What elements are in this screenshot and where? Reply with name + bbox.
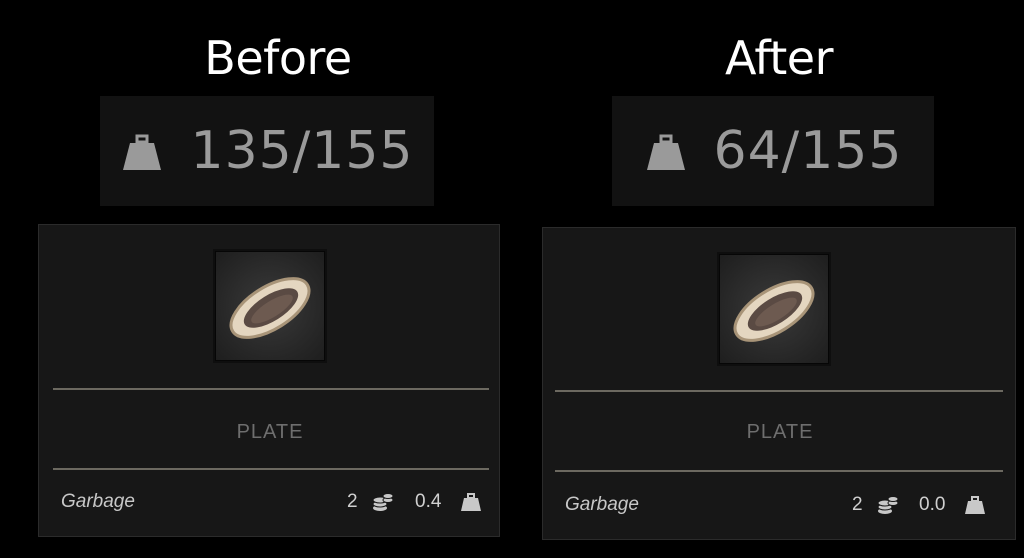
item-card: PLATE Garbage 2 0.4 [38, 224, 500, 537]
item-name: PLATE [236, 421, 304, 443]
weight-icon [123, 134, 162, 170]
item-weight: 0.4 [415, 491, 442, 512]
divider [53, 468, 489, 470]
plate-icon [733, 280, 815, 342]
before-panel: Before 135/155 PLATE Garbage 2 0.4 [0, 0, 512, 558]
divider [53, 388, 489, 390]
item-category: Garbage [565, 494, 639, 515]
divider [555, 470, 1003, 472]
divider [555, 390, 1003, 392]
item-category: Garbage [61, 491, 135, 512]
carry-weight-value: 135/155 [190, 121, 414, 181]
item-card: PLATE Garbage 2 0.0 [542, 227, 1016, 540]
before-carry-weight: 135/155 [100, 96, 434, 206]
carry-weight-value: 64/155 [713, 121, 903, 181]
weight-icon [646, 134, 685, 170]
coins-icon [877, 496, 899, 514]
weight-icon [965, 496, 985, 514]
before-heading: Before [204, 31, 352, 85]
after-heading: After [725, 31, 833, 85]
item-thumbnail[interactable] [215, 251, 325, 361]
item-name: PLATE [746, 421, 814, 443]
after-panel: After 64/155 PLATE Garbage 2 0.0 [512, 0, 1024, 558]
after-carry-weight: 64/155 [612, 96, 934, 206]
item-value: 2 [852, 494, 863, 515]
plate-icon [229, 277, 311, 339]
item-thumbnail[interactable] [719, 254, 829, 364]
item-weight: 0.0 [919, 494, 946, 515]
weight-icon [461, 493, 481, 511]
item-value: 2 [347, 491, 358, 512]
coins-icon [372, 493, 394, 511]
